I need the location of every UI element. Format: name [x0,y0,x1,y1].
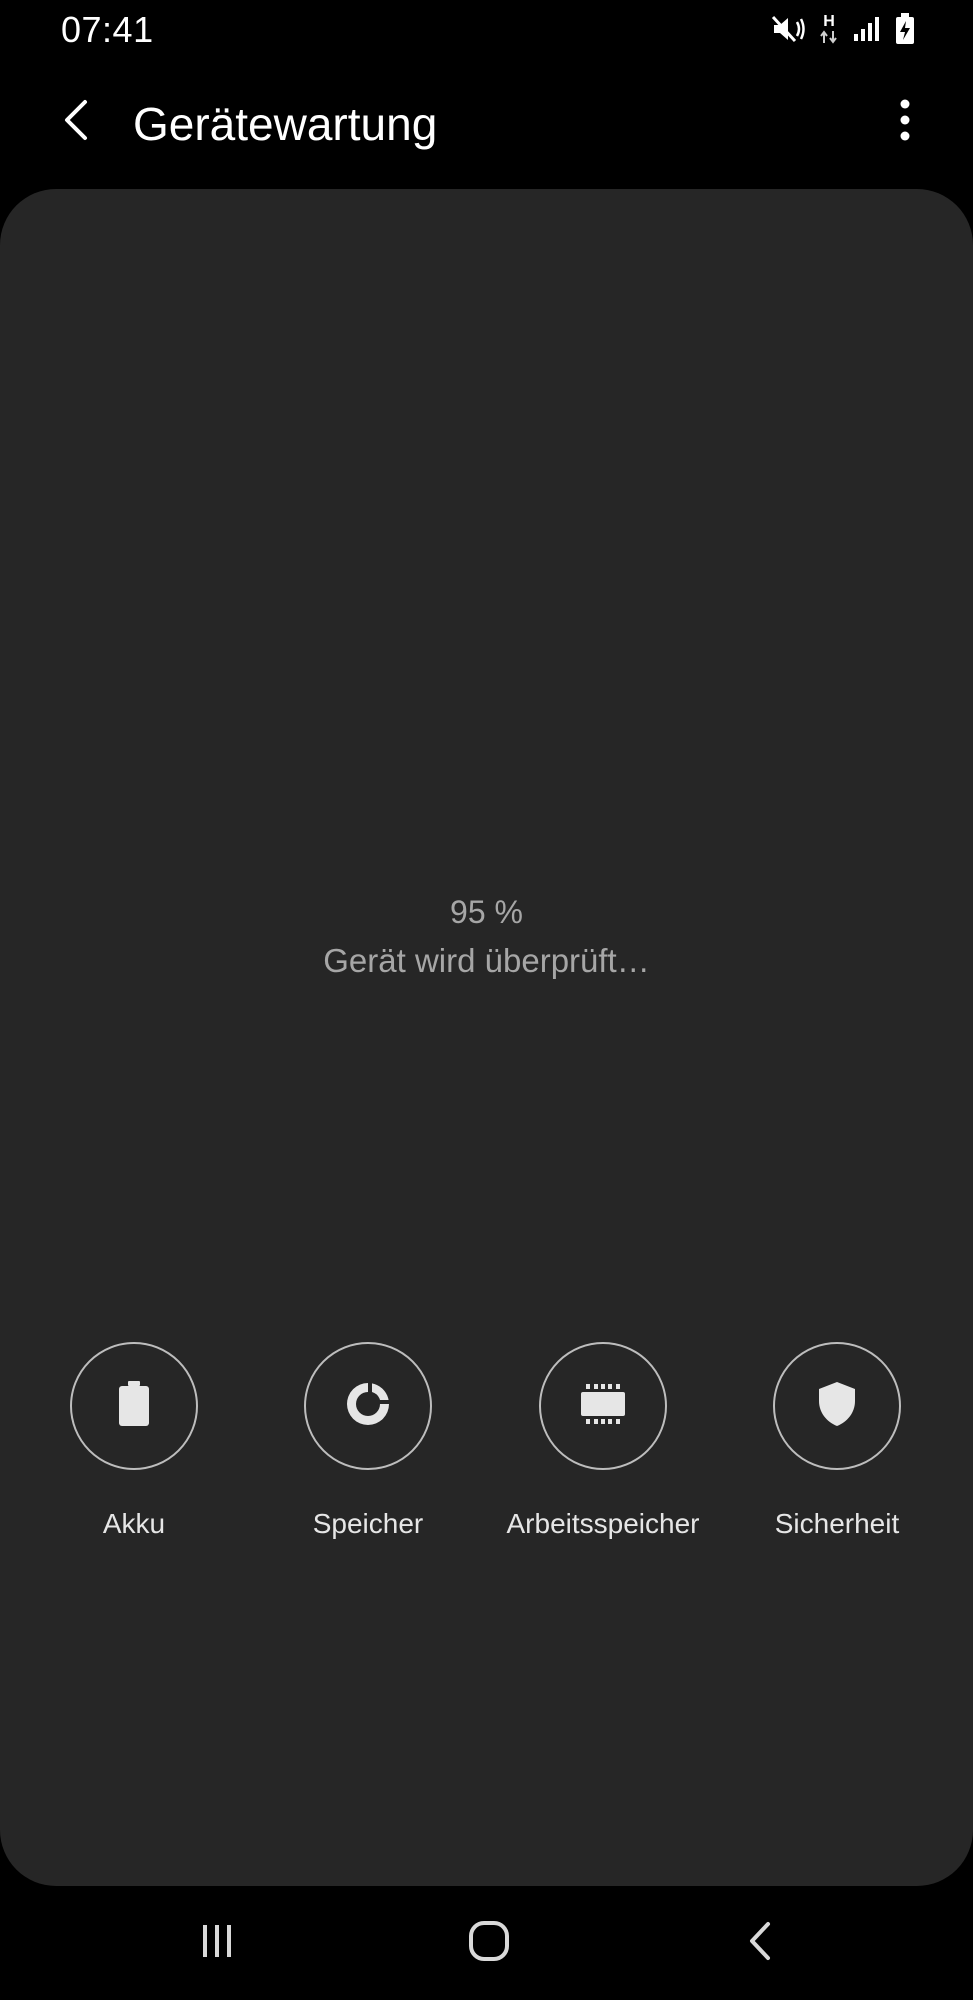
category-battery[interactable]: Akku [17,1342,251,1540]
recent-apps-button[interactable] [182,1908,252,1978]
category-label: Arbeitsspeicher [506,1508,700,1539]
home-button[interactable] [454,1908,524,1978]
home-icon [468,1920,510,1967]
back-icon [746,1920,776,1967]
category-label: Akku [102,1508,166,1539]
navigation-bar [0,1886,973,2000]
category-ring [539,1342,667,1470]
category-ring [773,1342,901,1470]
status-icons: H [771,12,915,46]
back-arrow-icon [61,98,91,147]
app-bar: Gerätewartung [0,70,973,180]
recent-apps-icon [197,1923,237,1964]
category-storage[interactable]: Speicher [251,1342,485,1540]
scan-status-text: Gerät wird überprüft… [323,942,650,979]
category-security[interactable]: Sicherheit [720,1342,954,1540]
status-bar: 07:41 H [0,0,973,60]
category-memory[interactable]: Arbeitsspeicher [486,1342,720,1540]
mute-vibrate-icon [771,14,805,44]
battery-icon [117,1380,151,1432]
storage-pie-icon [345,1381,391,1432]
page-title: Gerätewartung [133,98,438,150]
category-label: Sicherheit [774,1508,900,1539]
hspa-data-icon: H [819,14,839,44]
status-time: 07:41 [61,9,154,50]
category-label: Speicher [312,1508,424,1539]
category-ring [70,1342,198,1470]
main-card [0,189,973,1886]
category-ring [304,1342,432,1470]
back-button[interactable] [46,92,106,152]
memory-chip-icon [580,1383,626,1429]
more-vertical-icon [899,99,911,146]
nav-back-button[interactable] [726,1908,796,1978]
network-type-label: H [823,13,835,30]
signal-icon [853,16,881,42]
battery-charging-icon [895,13,915,45]
shield-icon [817,1381,857,1432]
scan-progress-percent: 95 % [450,894,523,930]
more-options-button[interactable] [875,92,935,152]
